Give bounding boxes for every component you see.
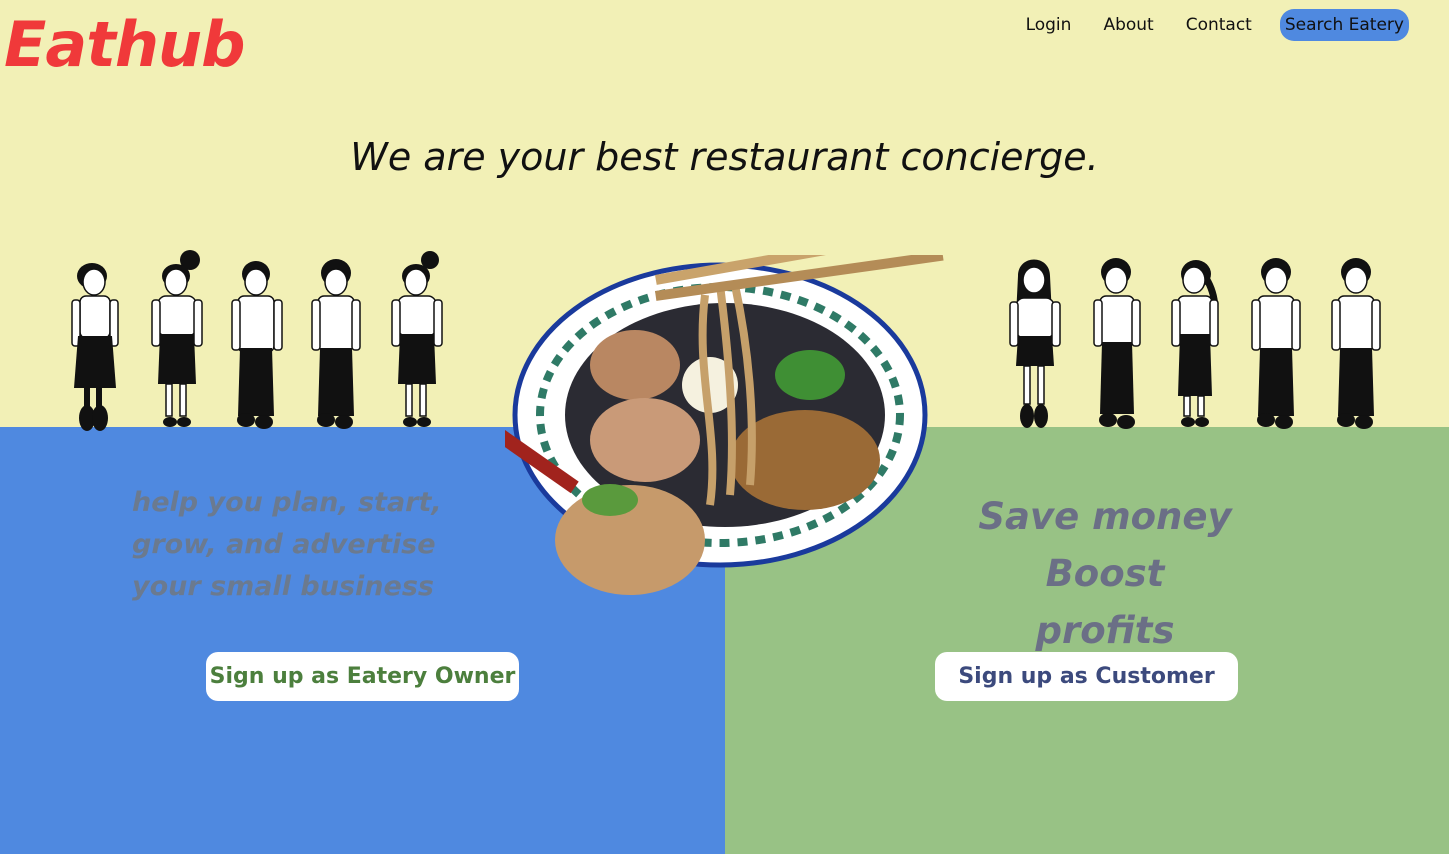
ramen-bowl-image bbox=[505, 255, 944, 595]
customer-pitch-line-2: Boost profits bbox=[1035, 552, 1175, 652]
signup-customer-button[interactable]: Sign up as Customer bbox=[935, 652, 1238, 701]
owner-pitch-text: help you plan, start, grow, and advertis… bbox=[132, 487, 442, 602]
person-illustration bbox=[231, 261, 283, 429]
search-eatery-button[interactable]: Search Eatery bbox=[1279, 9, 1409, 41]
people-illustration-right bbox=[1000, 248, 1400, 434]
people-illustration-left bbox=[60, 248, 460, 434]
person-illustration bbox=[1093, 258, 1141, 429]
person-illustration bbox=[1331, 258, 1381, 429]
person-illustration bbox=[1171, 260, 1219, 427]
customer-pitch-line-1: Save money bbox=[978, 495, 1232, 538]
person-illustration bbox=[1009, 259, 1061, 428]
nav-login-link[interactable]: Login bbox=[1026, 15, 1072, 35]
top-nav: Login About Contact Search Eatery bbox=[1026, 8, 1409, 42]
logo[interactable]: Eathub bbox=[4, 8, 245, 81]
customer-pitch-text: Save money Boost profits bbox=[975, 488, 1235, 659]
signup-owner-button[interactable]: Sign up as Eatery Owner bbox=[206, 652, 519, 701]
hero-tagline: We are your best restaurant concierge. bbox=[350, 135, 1099, 179]
nav-contact-link[interactable]: Contact bbox=[1186, 15, 1252, 35]
person-illustration bbox=[1251, 258, 1301, 429]
nav-about-link[interactable]: About bbox=[1103, 15, 1153, 35]
person-illustration bbox=[71, 263, 119, 431]
person-illustration bbox=[311, 259, 361, 429]
person-illustration bbox=[391, 251, 443, 427]
person-illustration bbox=[151, 250, 203, 427]
